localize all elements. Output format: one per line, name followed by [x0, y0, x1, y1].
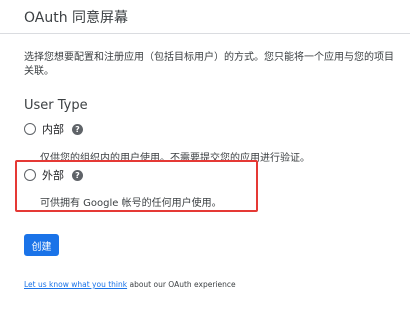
help-circle-icon[interactable]: ? [72, 123, 83, 135]
external-description: 可供拥有 Google 帐号的任何用户使用。 [40, 198, 222, 209]
page-title: OAuth 同意屏幕 [24, 10, 129, 26]
user-type-external-option[interactable]: 外部 ? [24, 167, 83, 183]
page-header: OAuth 同意屏幕 [0, 0, 410, 34]
external-label: 外部 [42, 169, 64, 182]
feedback-link[interactable]: Let us know what you think [24, 280, 127, 289]
feedback-line: Let us know what you think about our OAu… [24, 280, 236, 289]
internal-label: 内部 [42, 123, 64, 136]
feedback-suffix: about our OAuth experience [127, 280, 236, 289]
internal-description: 仅供您的组织内的用户使用。不需要提交您的应用进行验证。 [40, 153, 310, 164]
user-type-internal-option[interactable]: 内部 ? [24, 121, 83, 137]
create-button[interactable]: 创建 [24, 234, 59, 256]
internal-radio[interactable] [24, 123, 36, 135]
help-circle-icon[interactable]: ? [72, 169, 83, 181]
external-radio[interactable] [24, 169, 36, 181]
user-type-heading: User Type [24, 98, 88, 113]
page-description: 选择您想要配置和注册应用（包括目标用户）的方式。您只能将一个应用与您的项目关联。 [24, 52, 394, 77]
